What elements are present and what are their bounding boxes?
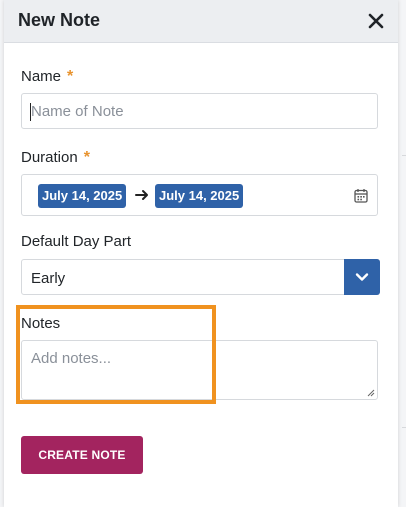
name-label: Name * (21, 68, 73, 86)
name-label-text: Name (21, 68, 62, 85)
close-button[interactable] (364, 9, 388, 33)
create-note-button[interactable]: CREATE NOTE (21, 436, 143, 474)
notes-label: Notes (21, 315, 61, 332)
modal-header: New Note (4, 0, 398, 43)
start-date-chip[interactable]: July 14, 2025 (38, 184, 127, 208)
name-input[interactable]: Name of Note (21, 93, 378, 129)
chevron-down-icon (355, 273, 369, 281)
dropdown-toggle-button[interactable] (344, 259, 380, 295)
close-icon (368, 13, 384, 29)
required-marker: * (83, 149, 90, 166)
modal-title: New Note (18, 10, 101, 30)
duration-date-range-input[interactable]: July 14, 2025 July 14, 2025 (21, 174, 378, 216)
resize-handle-icon[interactable] (367, 389, 375, 397)
notes-textarea[interactable]: Add notes... (21, 340, 378, 400)
end-date-chip[interactable]: July 14, 2025 (155, 184, 244, 208)
duration-label-text: Duration (21, 149, 78, 166)
default-day-part-label: Default Day Part (21, 233, 132, 250)
new-note-modal: New Note Name * Name of Note Duration * Ju… (4, 0, 398, 507)
divider (402, 155, 406, 156)
duration-label: Duration * (21, 149, 90, 167)
required-marker: * (67, 68, 74, 85)
divider (402, 427, 406, 428)
default-day-part-select[interactable]: Early (21, 259, 380, 295)
arrow-right-icon (135, 190, 148, 200)
notes-placeholder: Add notes... (31, 350, 112, 367)
default-day-part-value: Early (31, 270, 66, 287)
name-input-placeholder: Name of Note (31, 103, 124, 120)
calendar-icon[interactable] (354, 188, 368, 203)
